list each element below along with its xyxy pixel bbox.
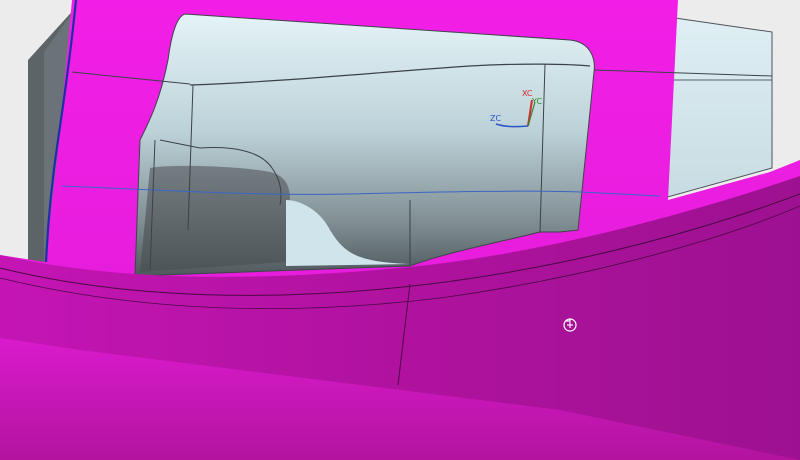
zc-label: ZC xyxy=(490,114,501,123)
inner-pocket-floor xyxy=(140,165,290,272)
yc-label: YC xyxy=(531,97,542,106)
cad-scene[interactable]: XC YC ZC xyxy=(0,0,800,460)
right-insert-surface xyxy=(663,17,773,199)
graphics-viewport[interactable]: XC YC ZC xyxy=(0,0,800,460)
